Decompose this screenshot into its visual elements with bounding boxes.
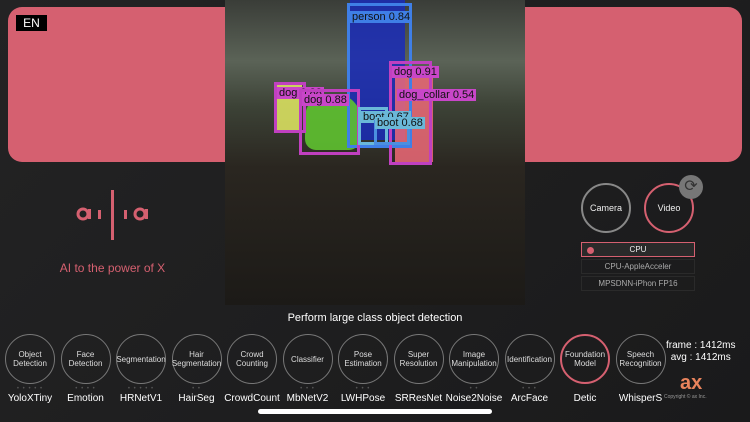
rating-dots: • • • — [522, 386, 537, 392]
model-category-button[interactable]: Classifier — [282, 334, 333, 384]
model-category-button[interactable]: Foundation Model — [560, 334, 610, 384]
timing-stats: frame : 1412ms avg : 1412ms — [666, 340, 735, 364]
model-category-button[interactable]: Face Detection — [60, 334, 111, 384]
copyright: Copyright © ax Inc. — [664, 394, 707, 400]
tagline: AI to the power of X — [59, 261, 166, 275]
rating-dots: • • • • — [75, 386, 96, 392]
rating-dots: • • • • • — [16, 386, 44, 392]
selected-indicator — [587, 247, 594, 254]
rating-dots: • • • — [355, 386, 371, 392]
rating-dots — [393, 385, 445, 393]
model-item-detic[interactable]: Foundation Model Detic — [559, 334, 611, 404]
detection-label: dog 0.91 — [392, 66, 439, 78]
model-category-button[interactable]: Image Manipulation — [449, 334, 499, 384]
model-category-button[interactable]: Speech Recognition — [615, 334, 666, 384]
device-option-cpu[interactable]: CPU — [581, 242, 695, 257]
rating-dots — [615, 385, 667, 393]
ax-logo: ax — [680, 372, 703, 394]
model-category-button[interactable]: Identification — [504, 334, 555, 384]
model-item-arcface[interactable]: Identification • • • ArcFace — [504, 334, 556, 404]
model-item-srresnet[interactable]: Super Resolution SRResNet — [393, 334, 445, 404]
model-item-mbnetv2[interactable]: Classifier • • • MbNetV2 — [282, 334, 334, 404]
frame-time: frame : 1412ms — [666, 340, 736, 351]
right-panel — [525, 7, 742, 162]
model-category-button[interactable]: Pose Estimation — [338, 334, 388, 384]
rating-dots — [559, 385, 611, 393]
device-option-apple[interactable]: CPU-AppleAcceler — [581, 259, 695, 274]
model-category-button[interactable]: Hair Segmentation — [171, 334, 222, 384]
model-category-button[interactable]: Super Resolution — [393, 334, 444, 384]
refresh-icon[interactable]: ⟳ — [679, 175, 703, 199]
camera-button[interactable]: Camera — [581, 183, 631, 233]
rating-dots — [226, 385, 278, 393]
ailia-logo — [76, 190, 148, 240]
model-category-button[interactable]: Crowd Counting — [227, 334, 277, 384]
model-item-whispers[interactable]: Speech Recognition WhisperS — [615, 334, 667, 404]
video-preview: person 0.84 dog 0.91 dog_collar 0.54 dog… — [225, 0, 525, 305]
model-item-hairseg[interactable]: Hair Segmentation • • HairSeg — [171, 334, 223, 404]
model-description: Perform large class object detection — [287, 312, 463, 324]
detection-label: dog_collar 0.54 — [397, 89, 477, 101]
rating-dots: • • • • • — [127, 386, 155, 392]
model-category-button[interactable]: Segmentation — [116, 334, 166, 384]
detection-label: boot 0.68 — [375, 117, 425, 129]
home-indicator[interactable] — [258, 409, 492, 414]
model-item-noise2noise[interactable]: Image Manipulation • • Noise2Noise — [446, 334, 502, 404]
rating-dots: • • • — [300, 386, 315, 392]
model-item-lwhpose[interactable]: Pose Estimation • • • LWHPose — [337, 334, 389, 404]
avg-time: avg : 1412ms — [670, 352, 731, 363]
language-button[interactable]: EN — [16, 15, 47, 31]
detection-label: person 0.84 — [350, 11, 413, 23]
device-label: CPU — [629, 245, 647, 254]
rating-dots: • • — [192, 386, 201, 392]
model-item-hrnetv1[interactable]: Segmentation • • • • • HRNetV1 — [115, 334, 167, 404]
model-item-yoloxtiny[interactable]: Object Detection • • • • • YoloXTiny — [4, 334, 56, 404]
rating-dots: • • — [469, 386, 479, 392]
device-option-mpsdnn[interactable]: MPSDNN-iPhon FP16 — [581, 276, 695, 291]
model-category-button[interactable]: Object Detection — [5, 334, 55, 384]
model-item-emotion[interactable]: Face Detection • • • • Emotion — [60, 334, 112, 404]
model-item-crowdcount[interactable]: Crowd Counting CrowdCount — [224, 334, 280, 404]
detection-label: dog 0.88 — [302, 94, 349, 106]
